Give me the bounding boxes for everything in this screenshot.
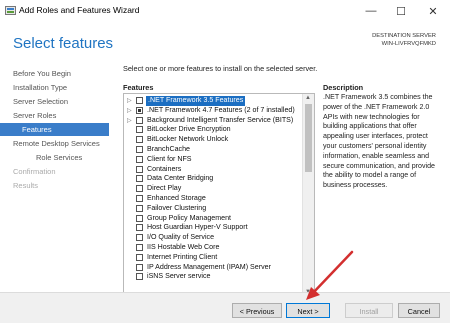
feature-label: .NET Framework 4.7 Features (2 of 7 inst… — [147, 105, 295, 114]
feature-checkbox[interactable] — [136, 263, 143, 271]
feature-row[interactable]: IIS Hostable Web Core — [124, 243, 300, 253]
feature-checkbox[interactable] — [136, 146, 143, 153]
feature-checkbox[interactable] — [136, 253, 143, 261]
feature-checkbox[interactable] — [136, 224, 143, 232]
feature-label: BranchCache — [147, 145, 190, 153]
feature-label: I/O Quality of Service — [147, 233, 215, 242]
feature-row[interactable]: IP Address Management (IPAM) Server — [124, 263, 300, 273]
feature-row[interactable]: Direct Play — [124, 184, 300, 194]
feature-label: IIS Hostable Web Core — [147, 243, 220, 251]
feature-label: Enhanced Storage — [147, 194, 206, 202]
previous-button[interactable]: < Previous — [232, 303, 282, 318]
nav-item-results: Results — [13, 181, 39, 190]
feature-checkbox[interactable] — [136, 195, 143, 202]
next-button[interactable]: Next > — [286, 303, 330, 318]
feature-checkbox[interactable] — [136, 165, 143, 173]
maximize-button[interactable]: ☐ — [386, 0, 416, 22]
nav-item-server-selection[interactable]: Server Selection — [13, 95, 68, 108]
feature-checkbox[interactable] — [136, 136, 143, 144]
feature-checkbox[interactable] — [136, 97, 143, 104]
feature-row[interactable]: Data Center Bridging — [124, 174, 300, 184]
feature-row[interactable]: BranchCache — [124, 145, 300, 155]
feature-label: Data Center Bridging — [147, 174, 214, 183]
feature-label: IP Address Management (IPAM) Server — [147, 262, 271, 271]
feature-label: Background Intelligent Transfer Service … — [147, 115, 294, 124]
cancel-button[interactable]: Cancel — [398, 303, 440, 318]
wizard-footer: < Previous Next > Install Cancel — [0, 292, 450, 323]
scroll-up-icon[interactable]: ▲ — [305, 95, 311, 101]
destination-server-info: DESTINATION SERVER WIN-LIVFRVQFMKD — [372, 32, 436, 48]
feature-label: Failover Clustering — [147, 203, 207, 212]
feature-label: .NET Framework 3.5 Features — [146, 96, 246, 106]
feature-row[interactable]: ▷ Background Intelligent Transfer Service… — [124, 116, 300, 126]
feature-checkbox[interactable] — [136, 106, 143, 114]
feature-row[interactable]: BitLocker Network Unlock — [124, 135, 300, 145]
feature-row[interactable]: Enhanced Storage — [124, 194, 300, 204]
feature-checkbox[interactable] — [136, 126, 143, 134]
feature-checkbox[interactable] — [136, 175, 143, 183]
feature-checkbox[interactable] — [136, 116, 143, 124]
expand-arrow-icon[interactable]: ▷ — [127, 117, 132, 124]
wizard-body: Select features DESTINATION SERVER WIN-L… — [0, 22, 450, 297]
expand-arrow-icon[interactable]: ▷ — [127, 107, 132, 114]
feature-row[interactable]: Host Guardian Hyper-V Support — [124, 223, 300, 233]
title-bar: Add Roles and Features Wizard — ☐ ✕ — [0, 0, 450, 22]
feature-label: Containers — [147, 164, 182, 173]
destination-server-name: WIN-LIVFRVQFMKD — [381, 41, 436, 47]
nav-item-server-roles[interactable]: Server Roles — [13, 109, 56, 122]
feature-row[interactable]: BitLocker Drive Encryption — [124, 125, 300, 135]
feature-checkbox[interactable] — [136, 214, 143, 222]
destination-label: DESTINATION SERVER — [372, 33, 436, 39]
window-title: Add Roles and Features Wizard — [19, 5, 140, 15]
feature-label: Host Guardian Hyper-V Support — [147, 223, 248, 232]
page-title: Select features — [13, 35, 114, 52]
feature-label: BitLocker Network Unlock — [147, 135, 229, 144]
feature-checkbox[interactable] — [136, 185, 143, 193]
feature-row[interactable]: iSNS Server service — [124, 272, 300, 282]
install-button: Install — [345, 303, 393, 318]
minimize-button[interactable]: — — [356, 0, 386, 22]
nav-item-confirmation: Confirmation — [13, 167, 56, 176]
feature-checkbox[interactable] — [136, 204, 143, 212]
close-button[interactable]: ✕ — [418, 0, 448, 22]
nav-item-role-services[interactable]: Role Services — [36, 151, 82, 164]
feature-row[interactable]: ▷ .NET Framework 3.5 Features — [124, 96, 300, 106]
feature-checkbox[interactable] — [136, 155, 143, 163]
server-manager-icon — [5, 6, 16, 15]
feature-row[interactable]: I/O Quality of Service — [124, 233, 300, 243]
feature-label: Direct Play — [147, 184, 182, 193]
feature-label: Group Policy Management — [147, 213, 231, 222]
feature-row[interactable]: Failover Clustering — [124, 204, 300, 214]
feature-row[interactable]: Client for NFS — [124, 155, 300, 165]
features-list[interactable]: iSNS Server service IP Address Management… — [123, 93, 315, 297]
feature-label: BitLocker Drive Encryption — [147, 125, 231, 134]
feature-label: iSNS Server service — [147, 272, 211, 281]
feature-row[interactable]: ▷ .NET Framework 4.7 Features (2 of 7 ins… — [124, 106, 300, 116]
feature-checkbox[interactable] — [136, 244, 143, 251]
feature-row[interactable]: Internet Printing Client — [124, 253, 300, 263]
feature-row[interactable]: Group Policy Management — [124, 214, 300, 224]
nav-item-installation-type[interactable]: Installation Type — [13, 81, 67, 94]
intro-text: Select one or more features to install o… — [123, 64, 318, 73]
nav-item-before-you-begin[interactable]: Before You Begin — [13, 67, 71, 80]
feature-label: Client for NFS — [147, 154, 192, 163]
nav-item-remote-desktop-services[interactable]: Remote Desktop Services — [13, 137, 100, 150]
feature-checkbox[interactable] — [136, 273, 143, 281]
scrollbar-thumb[interactable] — [305, 104, 312, 172]
description-header: Description — [323, 83, 364, 92]
feature-row[interactable]: Containers — [124, 165, 300, 175]
feature-label: Internet Printing Client — [147, 252, 218, 261]
features-header: Features — [123, 83, 154, 92]
annotation-arrow-icon — [306, 250, 354, 300]
feature-checkbox[interactable] — [136, 234, 143, 242]
expand-arrow-icon[interactable]: ▷ — [127, 97, 132, 104]
nav-item-features[interactable]: Features — [0, 123, 109, 136]
feature-description: .NET Framework 3.5 combines the power of… — [323, 93, 435, 190]
